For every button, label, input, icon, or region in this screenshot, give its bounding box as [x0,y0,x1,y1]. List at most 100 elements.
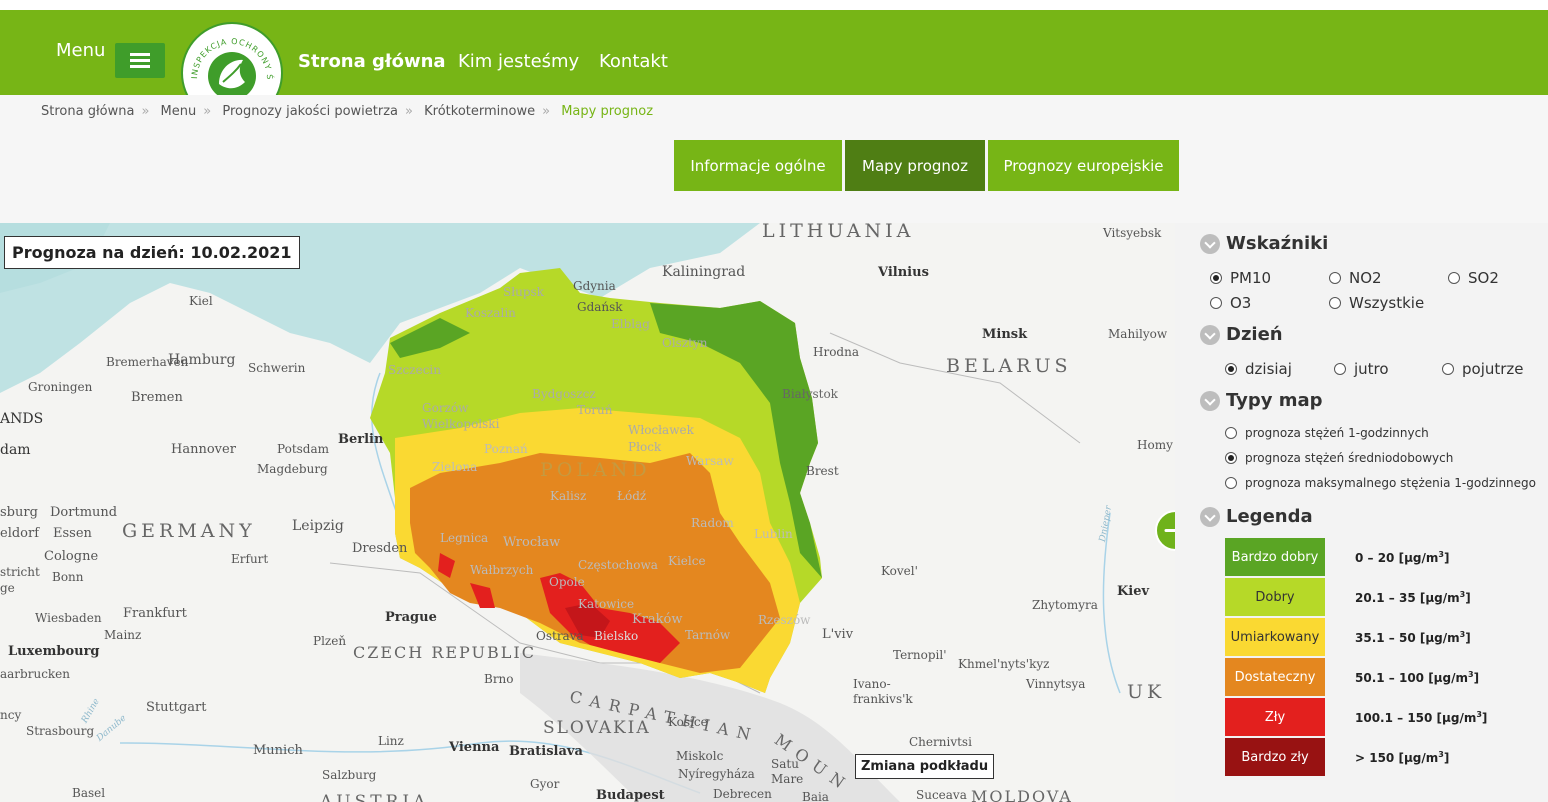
unit-bracket: ] [1465,591,1471,605]
unit-bracket: ] [1443,551,1450,565]
forecast-map[interactable]: LITHUANIA Vitsyebsk Kaliningrad Gdynia G… [0,223,1175,802]
section-indicators[interactable]: Wskaźniki [1200,233,1328,254]
map-label: Bratislava [509,744,583,759]
map-label: Vinnytsya [1026,677,1086,691]
map-label: Kiel [189,294,213,308]
map-label: Zhytomyra [1032,598,1098,612]
map-label: Kielce [668,554,706,568]
border-line [829,332,1081,444]
map-label: sburg [0,505,38,520]
breadcrumb-item[interactable]: Menu [161,104,197,119]
map-label: Zielona [432,460,478,474]
radio-map-max[interactable]: prognoza maksymalnego stężenia 1-godzinn… [1225,476,1536,490]
map-label: Słupsk [503,285,544,299]
radio-icon [1442,363,1454,375]
map-label: Włocławek [628,423,694,437]
map-label: Erfurt [231,552,269,566]
map-label: Lublin [754,527,793,541]
radio-icon [1334,363,1346,375]
breadcrumb-item[interactable]: Strona główna [41,104,134,119]
radio-icon [1329,297,1341,309]
nav-home[interactable]: Strona główna [298,51,446,72]
map-label: ANDS [0,411,44,427]
radio-icon [1225,477,1237,489]
legend-range-text: > 150 [μg/m [1355,751,1439,765]
map-label: Gdańsk [577,300,623,314]
tab-european-forecasts[interactable]: Prognozy europejskie [988,140,1179,191]
radio-today[interactable]: dzisiaj [1225,360,1292,378]
map-label: Mare [771,772,804,786]
breadcrumb-current: Mapy prognoz [561,104,654,119]
map-label: Miskolc [676,749,724,763]
radio-map-1h[interactable]: prognoza stężeń 1-godzinnych [1225,426,1429,440]
legend-swatch: Bardzo zły [1225,738,1325,776]
radio-day-after[interactable]: pojutrze [1442,360,1524,378]
radio-label: pojutrze [1462,360,1524,378]
map-label: Gyor [530,777,560,791]
map-label: Homy [1137,438,1173,452]
section-map-types[interactable]: Typy map [1200,390,1323,411]
map-label: Ternopil' [893,648,947,662]
section-day[interactable]: Dzień [1200,324,1283,345]
chevron-down-icon [1200,233,1220,254]
change-basemap-button[interactable]: Zmiana podkładu [855,754,995,779]
breadcrumb-item[interactable]: Prognozy jakości powietrza [222,104,398,119]
menu-label: Menu [56,40,106,61]
map-label: MOLDOVA [971,787,1073,802]
map-label: Groningen [28,380,93,394]
map-label: Strasbourg [26,724,95,738]
radio-label: NO2 [1349,269,1382,287]
map-label: Kaliningrad [662,264,746,280]
map-label: UK [1127,681,1166,703]
nav-about[interactable]: Kim jesteśmy [458,51,579,72]
radio-o3[interactable]: O3 [1210,294,1251,312]
section-title: Typy map [1226,390,1323,411]
section-title: Legenda [1226,506,1313,527]
legend-range-text: 0 – 20 [μg/m [1355,551,1439,565]
map-label: Plzeň [313,634,347,648]
radio-all[interactable]: Wszystkie [1329,294,1424,312]
control-panel: Wskaźniki PM10 NO2 SO2 O3 Wszystkie Dzie… [1175,223,1548,802]
map-label: Dortmund [50,505,118,520]
legend-range: > 150 [μg/m3] [1355,750,1449,765]
map-label: Radom [691,516,734,530]
map-label: Kraków [632,612,683,627]
radio-label: prognoza stężeń średniodobowych [1245,451,1454,465]
map-label: Białystok [782,387,838,401]
radio-so2[interactable]: SO2 [1448,269,1499,287]
legend-swatch: Zły [1225,698,1325,736]
section-title: Dzień [1226,324,1283,345]
nav-contact[interactable]: Kontakt [599,51,668,72]
map-label: stricht [0,565,40,579]
map-label: CZECH REPUBLIC [353,643,536,662]
hamburger-menu-icon[interactable] [115,43,165,78]
map-label: Essen [53,526,92,541]
map-label: Legnica [440,531,489,545]
radio-no2[interactable]: NO2 [1329,269,1382,287]
legend-range: 50.1 – 100 [μg/m3] [1355,670,1479,685]
radio-icon [1329,272,1341,284]
tab-forecast-maps[interactable]: Mapy prognoz [845,140,985,191]
unit-bracket: ] [1481,711,1488,725]
map-label: Kiev [1117,584,1150,599]
map-label: Wrocław [503,535,561,550]
tab-general-info[interactable]: Informacje ogólne [674,140,842,191]
map-label: L'viv [822,627,854,642]
section-legend[interactable]: Legenda [1200,506,1313,527]
map-label: Wielkopolski [422,417,500,431]
map-label: Łódź [617,489,647,503]
breadcrumb-item[interactable]: Krótkoterminowe [424,104,535,119]
radio-pm10[interactable]: PM10 [1210,269,1271,287]
map-label: Mainz [104,628,142,642]
legend-range: 100.1 – 150 [μg/m3] [1355,710,1487,725]
radio-selected-icon [1225,363,1237,375]
section-title: Wskaźniki [1226,233,1329,254]
map-label: Rzeszów [758,613,811,627]
map-label: Bremen [131,390,183,405]
map-label: Gdynia [573,279,616,293]
radio-tomorrow[interactable]: jutro [1334,360,1389,378]
radio-map-daily[interactable]: prognoza stężeń średniodobowych [1225,451,1453,465]
map-label: Minsk [982,327,1028,342]
map-label: Brest [806,464,839,478]
map-label: Cologne [44,549,99,564]
